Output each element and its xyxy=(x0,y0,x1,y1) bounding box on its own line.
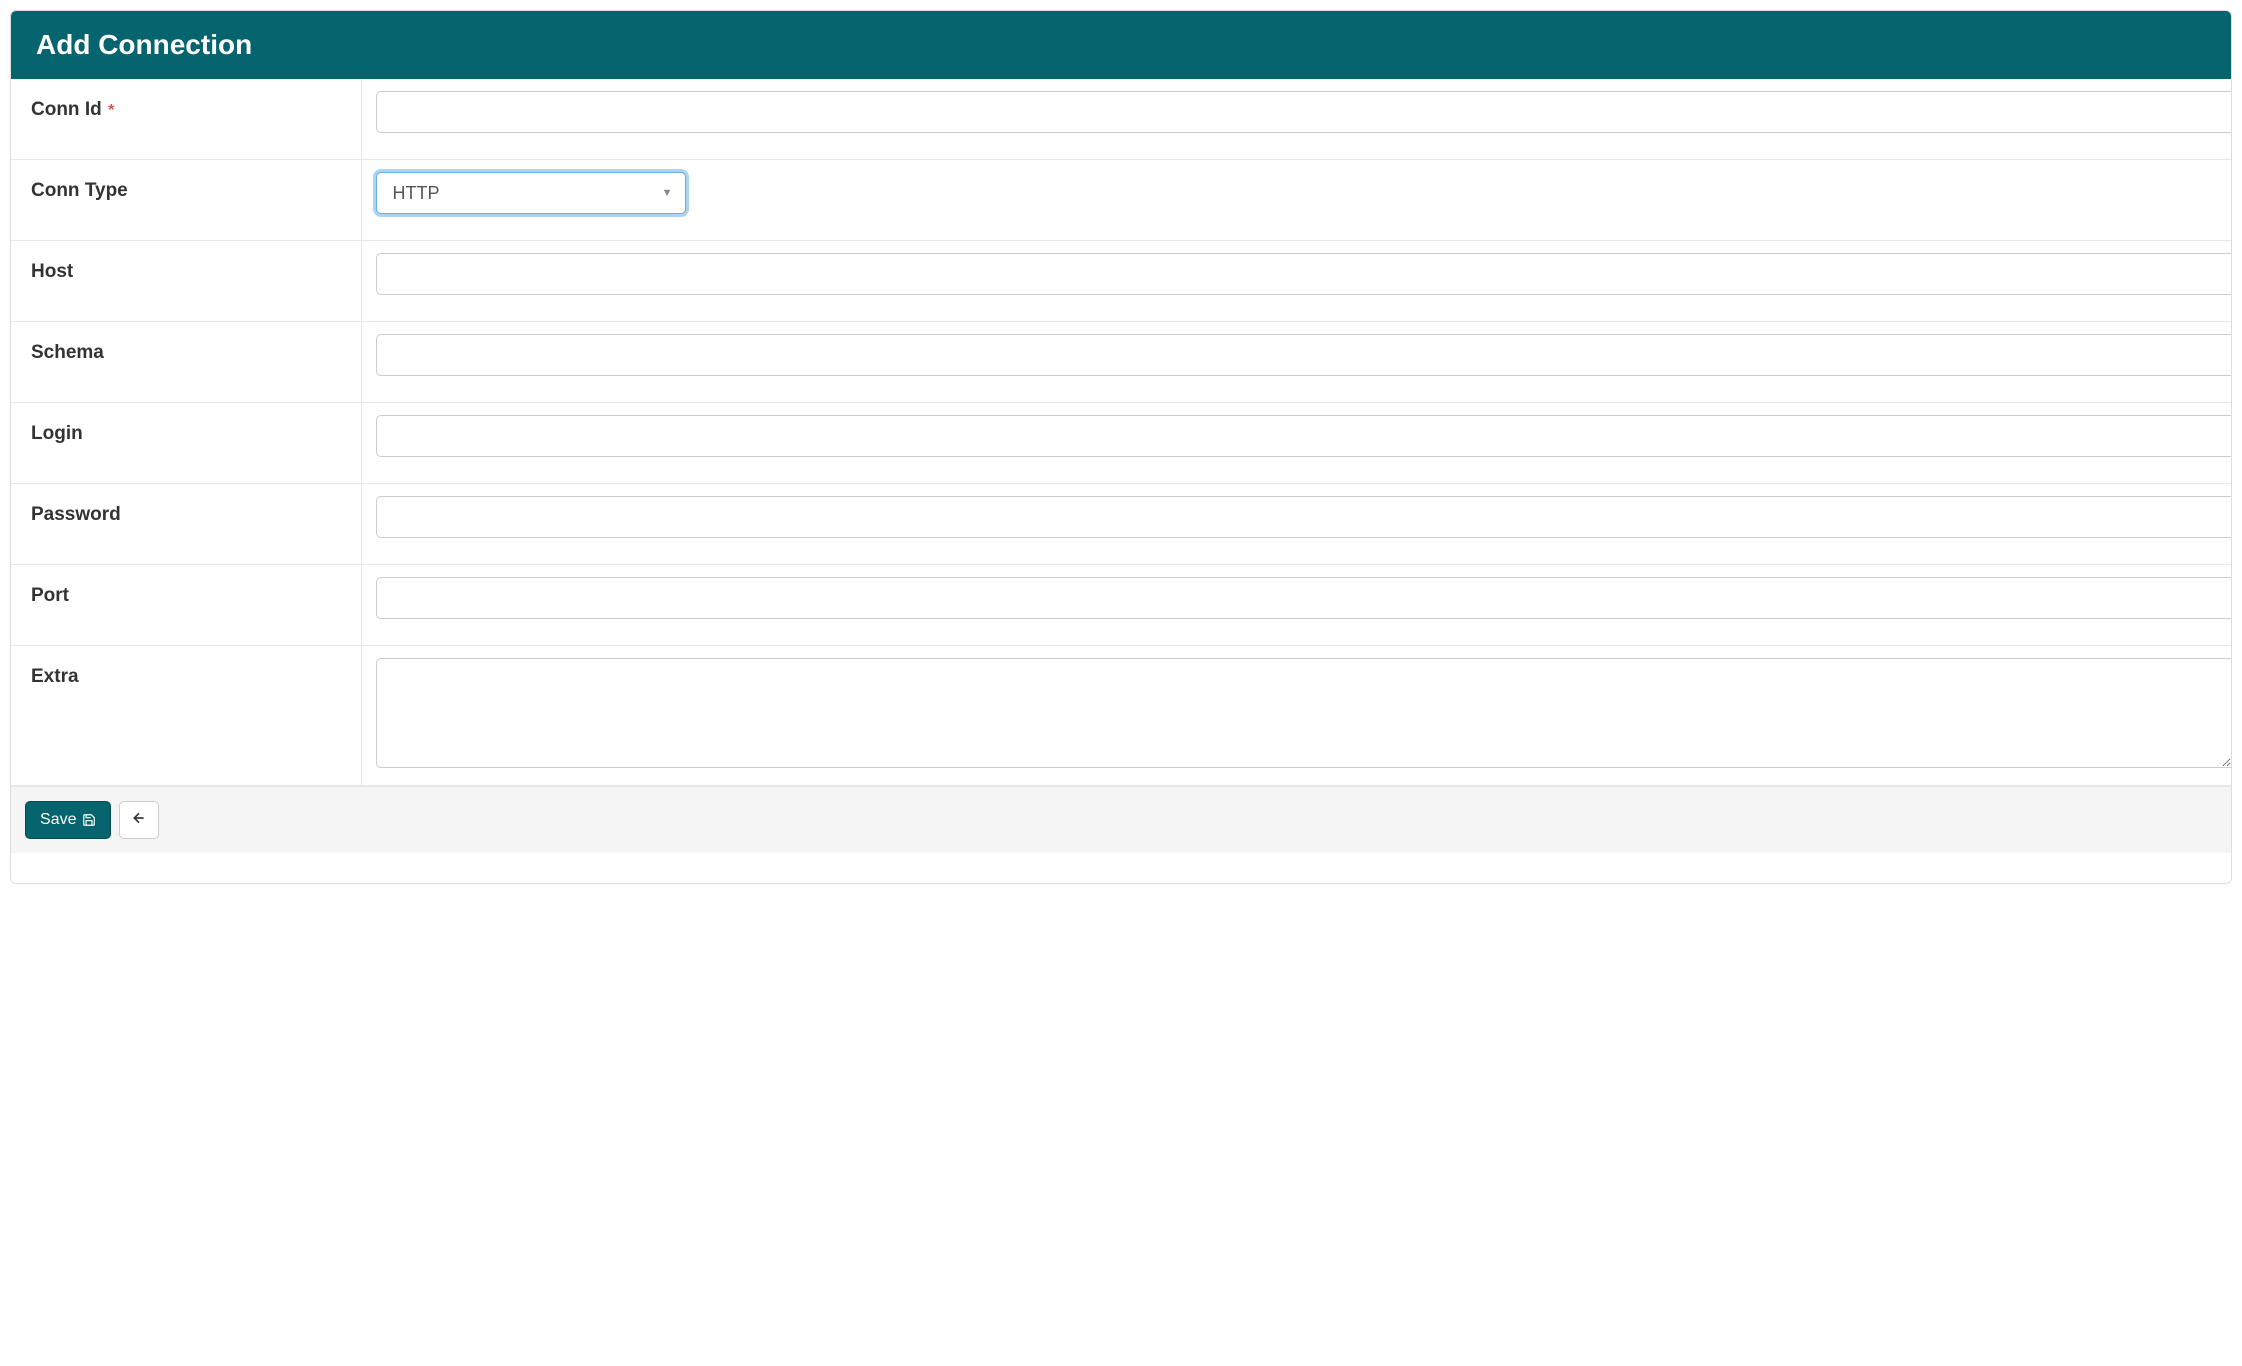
back-button[interactable] xyxy=(119,801,159,839)
row-conn-id: Conn Id * xyxy=(11,79,2231,160)
row-schema: Schema xyxy=(11,322,2231,403)
select-conn-type-value: HTTP xyxy=(393,183,440,204)
label-port: Port xyxy=(31,585,69,606)
label-login: Login xyxy=(31,423,83,444)
row-conn-type: Conn Type HTTP ▼ xyxy=(11,160,2231,241)
add-connection-panel: Add Connection Conn Id * Conn Type HTTP … xyxy=(10,10,2232,884)
input-conn-id[interactable] xyxy=(376,91,2232,133)
label-host: Host xyxy=(31,261,73,282)
row-password: Password xyxy=(11,484,2231,565)
row-login: Login xyxy=(11,403,2231,484)
label-conn-type: Conn Type xyxy=(31,180,128,201)
row-host: Host xyxy=(11,241,2231,322)
arrow-left-icon xyxy=(131,810,147,831)
input-host[interactable] xyxy=(376,253,2232,295)
label-conn-id: Conn Id xyxy=(31,99,102,120)
bottom-spacer xyxy=(11,853,2231,883)
input-password[interactable] xyxy=(376,496,2232,538)
save-button[interactable]: Save xyxy=(25,801,111,839)
save-button-label: Save xyxy=(40,811,76,829)
panel-footer: Save xyxy=(11,786,2231,853)
input-port[interactable] xyxy=(376,577,2232,619)
input-extra[interactable] xyxy=(376,658,2232,768)
chevron-down-icon: ▼ xyxy=(662,187,673,199)
label-password: Password xyxy=(31,504,121,525)
row-port: Port xyxy=(11,565,2231,646)
label-schema: Schema xyxy=(31,342,104,363)
panel-title: Add Connection xyxy=(11,11,2231,79)
label-extra: Extra xyxy=(31,666,79,687)
required-asterisk: * xyxy=(108,102,114,119)
row-extra: Extra xyxy=(11,646,2231,786)
input-login[interactable] xyxy=(376,415,2232,457)
connection-form: Conn Id * Conn Type HTTP ▼ Host xyxy=(11,79,2231,786)
save-icon xyxy=(82,813,96,827)
select-conn-type[interactable]: HTTP ▼ xyxy=(376,172,686,214)
input-schema[interactable] xyxy=(376,334,2232,376)
